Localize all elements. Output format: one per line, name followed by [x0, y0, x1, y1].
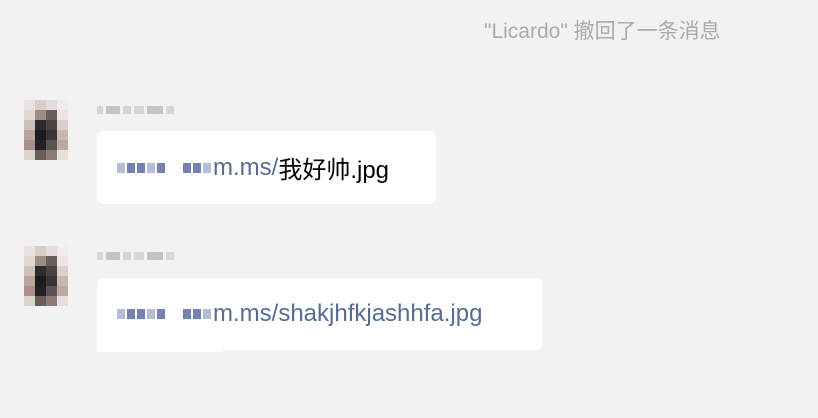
message-link[interactable]: m.ms/ 我好帅.jpg: [97, 150, 389, 185]
message-bubble[interactable]: m.ms/shakjhfkjashhfa.jpg: [97, 278, 542, 350]
link-text[interactable]: m.ms/: [213, 154, 278, 182]
message-bubble[interactable]: m.ms/ 我好帅.jpg: [97, 131, 436, 204]
link-filename[interactable]: 我好帅.jpg: [278, 150, 389, 185]
link-text[interactable]: m.ms/shakjhfkjashhfa.jpg: [213, 300, 482, 328]
sender-name: [97, 102, 174, 118]
recall-notice: "Licardo" 撤回了一条消息: [484, 20, 721, 43]
pixelated-url-prefix: [117, 309, 211, 319]
pixelated-url-prefix: [117, 162, 211, 173]
avatar[interactable]: [24, 100, 68, 160]
sender-name: [97, 248, 174, 264]
message-link[interactable]: m.ms/shakjhfkjashhfa.jpg: [97, 300, 482, 328]
avatar[interactable]: [24, 246, 68, 306]
